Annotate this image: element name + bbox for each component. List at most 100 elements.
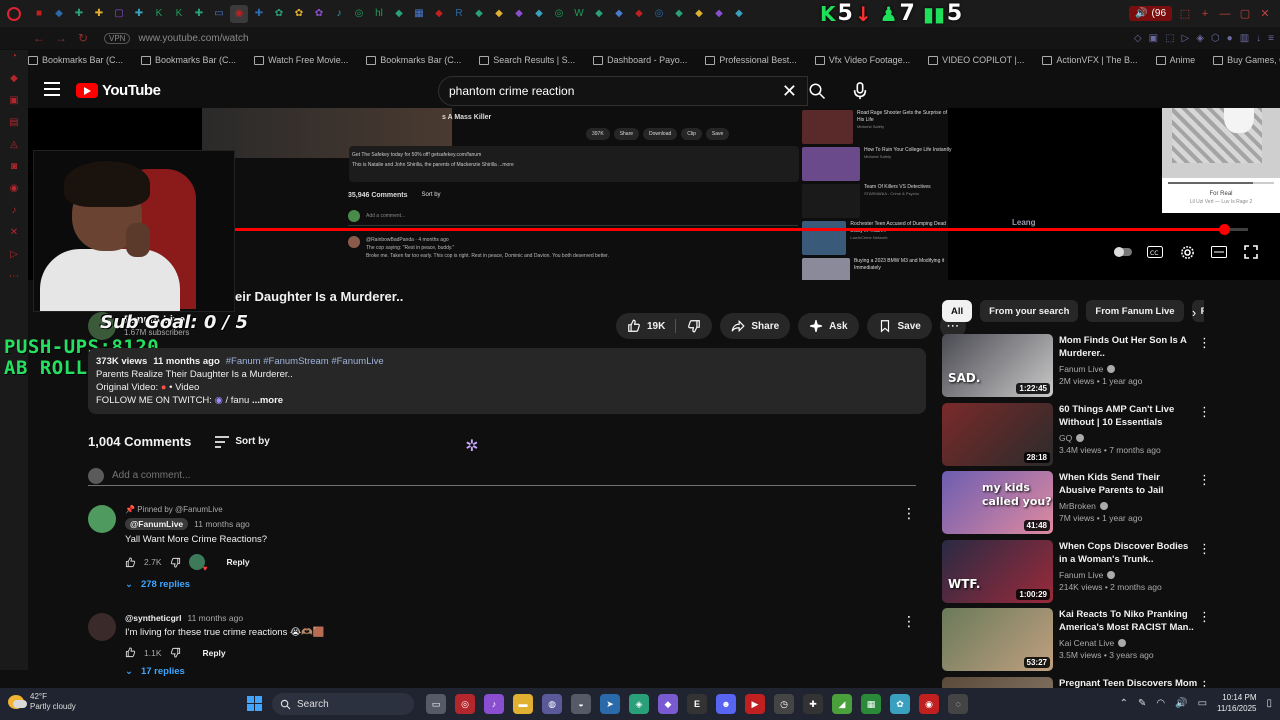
captions-icon[interactable]: CC — [1146, 244, 1164, 260]
browser-tab[interactable]: ◆ — [430, 5, 448, 23]
pen-icon[interactable]: ✎ — [1138, 698, 1146, 709]
browser-tab[interactable]: ◆ — [510, 5, 528, 23]
bookmark-item[interactable]: Bookmarks Bar (C... — [141, 55, 236, 65]
recommended-video[interactable]: my kids called you? 41:48 When Kids Send T… — [942, 471, 1212, 535]
browser-tab[interactable]: ◆ — [710, 5, 728, 23]
bookmark-item[interactable]: ActionVFX | The B... — [1042, 55, 1138, 65]
sidebar-icon[interactable]: ▥ — [1240, 33, 1249, 44]
sidebar-player-icon[interactable]: ▷ — [10, 248, 18, 262]
maximize-icon[interactable]: ▢ — [1238, 7, 1252, 20]
sort-by-button[interactable]: Sort by — [215, 435, 270, 448]
recommended-video[interactable]: SAD. 1:22:45 Mom Finds Out Her Son Is A Mu… — [942, 334, 1212, 398]
browser-tab[interactable]: ✚ — [250, 5, 268, 23]
video-thumbnail[interactable]: 53:27 — [942, 608, 1053, 671]
comment-time[interactable]: 11 months ago — [194, 519, 250, 529]
taskbar-app-icon[interactable]: ♪ — [484, 694, 504, 714]
browser-tab[interactable]: ◆ — [690, 5, 708, 23]
fullscreen-icon[interactable] — [1242, 244, 1260, 260]
browser-tab[interactable]: ■ — [30, 5, 48, 23]
save-button[interactable]: Save — [866, 313, 932, 339]
weather-widget[interactable]: 42°F Partly cloudy — [8, 692, 76, 712]
browser-tab[interactable]: ◆ — [50, 5, 68, 23]
browser-tab[interactable]: ◎ — [650, 5, 668, 23]
video-thumbnail[interactable]: WTF. 1:00:29 — [942, 539, 1053, 603]
new-tab-icon[interactable]: + — [1198, 8, 1212, 20]
comment-time[interactable]: 11 months ago — [187, 613, 243, 623]
settings-gear-icon[interactable] — [1178, 244, 1196, 260]
browser-tab[interactable]: ◆ — [730, 5, 748, 23]
thumbs-up-icon[interactable] — [125, 556, 136, 568]
filter-chip[interactable]: From your search — [980, 300, 1079, 322]
taskbar-app-icon[interactable]: ◒ — [571, 694, 591, 714]
browser-tab[interactable]: ◎ — [550, 5, 568, 23]
view-replies-button[interactable]: ⌄ 17 replies — [125, 666, 885, 677]
video-title[interactable]: Kai Reacts To Niko Pranking America's Mo… — [1059, 608, 1199, 634]
share-button[interactable]: Share — [720, 313, 791, 339]
thumbs-up-icon[interactable] — [125, 647, 136, 658]
description-box[interactable]: 373K views 11 months ago #Fanum #FanumSt… — [88, 348, 926, 414]
send-icon[interactable]: ▷ — [1182, 33, 1190, 44]
bookmark-item[interactable]: VIDEO COPILOT |... — [928, 55, 1024, 65]
chevron-right-icon[interactable]: › — [1184, 302, 1204, 322]
video-thumbnail[interactable]: my kids called you? 41:48 — [942, 471, 1053, 534]
taskbar-app-icon[interactable]: ➤ — [600, 694, 620, 714]
browser-tab[interactable]: ✚ — [190, 5, 208, 23]
taskbar-app-icon[interactable]: ◎ — [455, 694, 475, 714]
taskbar-app-icon[interactable]: E — [687, 694, 707, 714]
video-title[interactable]: When Kids Send Their Abusive Parents to … — [1059, 471, 1199, 497]
reply-button[interactable]: Reply — [203, 648, 226, 658]
reload-icon[interactable]: ↻ — [72, 31, 94, 45]
bookmark-item[interactable]: Anime — [1155, 55, 1195, 65]
extension-icon[interactable]: ⬚ — [1178, 7, 1192, 20]
browser-logo-icon[interactable] — [0, 6, 28, 21]
comment-author[interactable]: @syntheticgrl — [125, 613, 181, 623]
browser-tab[interactable]: ♪ — [330, 5, 348, 23]
recommended-video[interactable]: 28:18 60 Things AMP Can't Live Without | … — [942, 402, 1212, 467]
like-button[interactable]: 19K — [627, 319, 677, 333]
sidebar-bookmarks-icon[interactable]: ◆ — [10, 72, 18, 86]
browser-tab[interactable]: ◆ — [590, 5, 608, 23]
taskbar-search[interactable]: Search — [272, 693, 414, 715]
taskbar-app-icon[interactable]: ▦ — [861, 694, 881, 714]
video-title[interactable]: Mom Finds Out Her Son Is A Murderer.. — [1059, 334, 1199, 360]
browser-tab[interactable]: ✚ — [90, 5, 108, 23]
sidebar-x-icon[interactable]: ✕ — [10, 226, 18, 240]
browser-tab[interactable]: ◆ — [630, 5, 648, 23]
youtube-logo[interactable]: YouTube — [76, 82, 161, 99]
tray-chevron-icon[interactable]: ⌃ — [1120, 698, 1128, 709]
comment-avatar[interactable] — [88, 613, 116, 641]
browser-tab[interactable]: K — [170, 5, 188, 23]
video-channel[interactable]: Kai Cenat Live — [1059, 638, 1199, 648]
bookmark-item[interactable]: Vfx Video Footage... — [814, 55, 910, 65]
voice-search-button[interactable] — [846, 77, 874, 105]
taskbar-app-icon[interactable]: ◉ — [919, 694, 939, 714]
taskbar-app-icon[interactable]: ▶ — [745, 694, 765, 714]
original-video-link[interactable]: • Video — [169, 382, 199, 393]
browser-tab[interactable]: ◉ — [230, 4, 248, 23]
cast-icon[interactable]: ▣ — [1149, 33, 1158, 44]
ask-button[interactable]: Ask — [798, 313, 859, 339]
video-thumbnail[interactable]: SAD. 1:22:45 — [942, 334, 1053, 397]
twitch-link[interactable]: / fanu — [226, 395, 250, 406]
browser-tab[interactable]: ◆ — [670, 5, 688, 23]
sidebar-whatsapp-icon[interactable]: ◉ — [10, 182, 19, 196]
browser-tab[interactable]: ▦ — [410, 5, 428, 23]
filter-chip[interactable]: From Fanum Live — [1086, 300, 1184, 322]
taskbar-app-icon[interactable]: ◢ — [832, 694, 852, 714]
browser-tab[interactable]: hl — [370, 5, 388, 23]
download-icon[interactable]: ↓ — [1256, 33, 1261, 44]
sidebar-tiktok-icon[interactable]: ♪ — [12, 204, 17, 218]
vpn-badge[interactable]: VPN — [104, 32, 131, 44]
minimize-icon[interactable]: — — [1218, 8, 1232, 20]
browser-tab[interactable]: ◎ — [350, 5, 368, 23]
search-button[interactable] — [800, 76, 834, 106]
url-field[interactable]: www.youtube.com/watch — [138, 33, 248, 44]
taskbar-app-icon[interactable]: ▭ — [426, 694, 446, 714]
taskbar-app-icon[interactable]: ◈ — [629, 694, 649, 714]
video-menu-icon[interactable]: ⋮ — [1198, 541, 1211, 557]
progress-scrubber[interactable] — [1218, 224, 1230, 235]
video-title[interactable]: 60 Things AMP Can't Live Without | 10 Es… — [1059, 403, 1199, 429]
video-menu-icon[interactable]: ⋮ — [1198, 609, 1211, 625]
browser-tab[interactable]: ✿ — [290, 5, 308, 23]
sidebar-messenger-icon[interactable]: ◬ — [10, 138, 18, 152]
